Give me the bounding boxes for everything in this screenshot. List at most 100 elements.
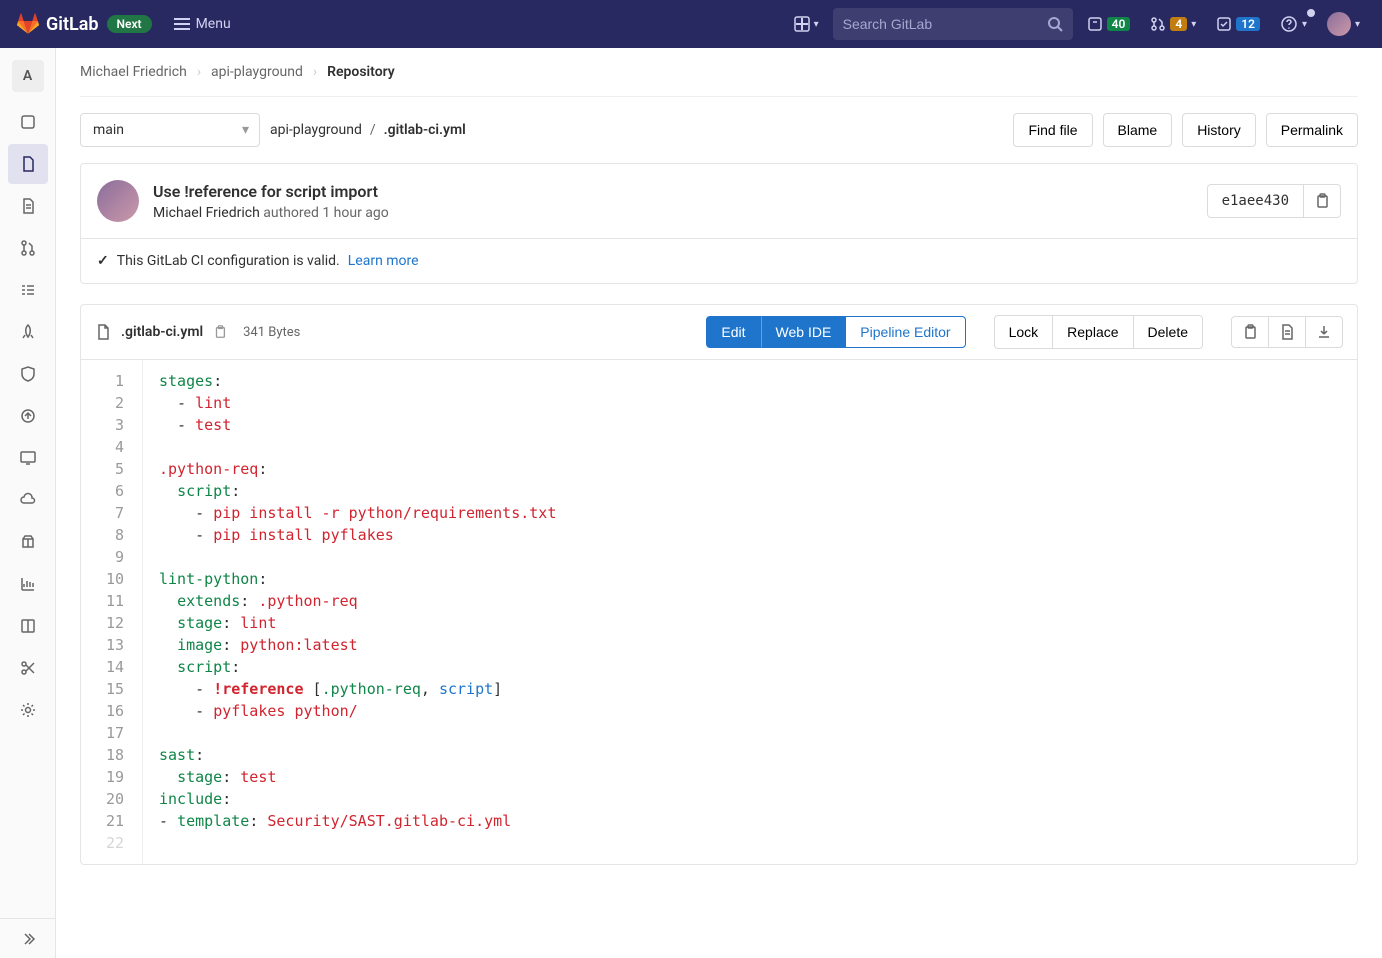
- ci-validation: ✓ This GitLab CI configuration is valid.…: [81, 238, 1357, 283]
- line-numbers: 12345678910111213141516171819202122: [81, 360, 143, 864]
- breadcrumb-project[interactable]: api-playground: [211, 64, 303, 80]
- page-icon: [19, 197, 37, 215]
- lock-button[interactable]: Lock: [994, 315, 1054, 349]
- code-content[interactable]: stages: - lint - test .python-req: scrip…: [143, 360, 1357, 864]
- issues-count: 40: [1107, 17, 1131, 31]
- search-input[interactable]: [843, 16, 1047, 32]
- project-avatar[interactable]: A: [12, 60, 44, 92]
- file-icon: [19, 155, 37, 173]
- commit-sha[interactable]: e1aee430: [1207, 184, 1304, 218]
- menu-label: Menu: [196, 16, 231, 32]
- chevron-right-icon: [20, 931, 36, 947]
- commit-panel: Use !reference for script import Michael…: [80, 163, 1358, 284]
- file-size: 341 Bytes: [243, 325, 300, 340]
- breadcrumb: Michael Friedrich › api-playground › Rep…: [80, 64, 1358, 97]
- find-file-button[interactable]: Find file: [1013, 113, 1092, 147]
- main-content: Michael Friedrich › api-playground › Rep…: [56, 48, 1382, 958]
- path-file[interactable]: .gitlab-ci.yml: [384, 122, 466, 138]
- sidebar-item-wiki[interactable]: [8, 606, 48, 646]
- next-badge[interactable]: Next: [107, 15, 152, 33]
- todos-counter[interactable]: 12: [1210, 12, 1266, 36]
- history-button[interactable]: History: [1182, 113, 1256, 147]
- commit-author-avatar[interactable]: [97, 180, 139, 222]
- brand-text: GitLab: [46, 14, 99, 35]
- webide-button[interactable]: Web IDE: [761, 316, 847, 348]
- commit-title[interactable]: Use !reference for script import: [153, 182, 1193, 201]
- monitor-icon: [19, 449, 37, 467]
- sidebar-item-deployments[interactable]: [8, 396, 48, 436]
- raw-icon: [1279, 324, 1295, 340]
- commit-sha-box: e1aee430: [1207, 184, 1341, 218]
- breadcrumb-user[interactable]: Michael Friedrich: [80, 64, 187, 80]
- sidebar-item-packages[interactable]: [8, 522, 48, 562]
- sidebar-item-ci[interactable]: [8, 270, 48, 310]
- chart-icon: [19, 575, 37, 593]
- raw-button[interactable]: [1268, 316, 1306, 348]
- copy-sha-button[interactable]: [1304, 184, 1341, 218]
- top-navbar: GitLab Next Menu ▾ 40 4 ▾ 12 ▾ ▾: [0, 0, 1382, 48]
- sidebar-item-security[interactable]: [8, 354, 48, 394]
- download-icon: [1316, 324, 1332, 340]
- blame-button[interactable]: Blame: [1103, 113, 1173, 147]
- replace-button[interactable]: Replace: [1052, 315, 1133, 349]
- sidebar-item-issues[interactable]: [8, 186, 48, 226]
- copy-contents-button[interactable]: [1231, 316, 1269, 348]
- commit-time: 1 hour ago: [322, 205, 388, 221]
- global-search[interactable]: [833, 8, 1073, 40]
- sidebar-item-pipelines[interactable]: [8, 312, 48, 352]
- file-header: .gitlab-ci.yml 341 Bytes Edit Web IDE Pi…: [81, 305, 1357, 360]
- deploy-icon: [19, 407, 37, 425]
- commit-author[interactable]: Michael Friedrich: [153, 205, 260, 221]
- menu-toggle[interactable]: Menu: [174, 16, 231, 32]
- tanuki-icon: [16, 13, 40, 35]
- merge-icon: [19, 239, 37, 257]
- new-dropdown[interactable]: ▾: [788, 12, 825, 36]
- copy-path-icon[interactable]: [213, 325, 227, 339]
- home-icon: [19, 113, 37, 131]
- download-button[interactable]: [1305, 316, 1343, 348]
- cloud-icon: [19, 491, 37, 509]
- file-toolbar: main api-playground / .gitlab-ci.yml Fin…: [80, 113, 1358, 147]
- code-viewer: 12345678910111213141516171819202122 stag…: [81, 360, 1357, 864]
- sidebar-item-project[interactable]: [8, 102, 48, 142]
- avatar: [1327, 12, 1351, 36]
- permalink-button[interactable]: Permalink: [1266, 113, 1358, 147]
- clipboard-icon: [1242, 324, 1258, 340]
- edit-button[interactable]: Edit: [706, 316, 760, 348]
- file-view: .gitlab-ci.yml 341 Bytes Edit Web IDE Pi…: [80, 304, 1358, 865]
- sidebar-item-snippets[interactable]: [8, 648, 48, 688]
- issues-icon: [1087, 16, 1103, 32]
- path-project[interactable]: api-playground: [270, 122, 362, 138]
- help-dropdown[interactable]: ▾: [1274, 11, 1313, 37]
- commit-meta: Michael Friedrich authored 1 hour ago: [153, 205, 1193, 221]
- todo-icon: [1216, 16, 1232, 32]
- sidebar-item-monitor[interactable]: [8, 438, 48, 478]
- learn-more-link[interactable]: Learn more: [348, 253, 419, 269]
- todos-count: 12: [1236, 17, 1260, 31]
- pipeline-editor-button[interactable]: Pipeline Editor: [845, 316, 965, 348]
- sidebar-item-infrastructure[interactable]: [8, 480, 48, 520]
- package-icon: [19, 533, 37, 551]
- branch-selector[interactable]: main: [80, 113, 260, 147]
- rocket-icon: [19, 323, 37, 341]
- merge-request-icon: [1150, 16, 1166, 32]
- sidebar-item-settings[interactable]: [8, 690, 48, 730]
- sidebar-item-merge-requests[interactable]: [8, 228, 48, 268]
- shield-icon: [19, 365, 37, 383]
- breadcrumb-sep: ›: [197, 64, 201, 80]
- sidebar-expand[interactable]: [0, 918, 55, 958]
- document-icon: [95, 324, 111, 340]
- user-menu[interactable]: ▾: [1321, 8, 1366, 40]
- sidebar-item-analytics[interactable]: [8, 564, 48, 604]
- mr-counter[interactable]: 4 ▾: [1144, 12, 1202, 36]
- file-actions: Lock Replace Delete: [994, 315, 1203, 349]
- file-name: .gitlab-ci.yml: [121, 324, 203, 340]
- gitlab-logo[interactable]: GitLab: [16, 13, 99, 35]
- project-sidebar: A: [0, 48, 56, 958]
- ci-valid-text: This GitLab CI configuration is valid.: [117, 253, 340, 269]
- delete-button[interactable]: Delete: [1133, 315, 1203, 349]
- scissors-icon: [19, 659, 37, 677]
- issues-counter[interactable]: 40: [1081, 12, 1137, 36]
- list-icon: [19, 281, 37, 299]
- sidebar-item-repository[interactable]: [8, 144, 48, 184]
